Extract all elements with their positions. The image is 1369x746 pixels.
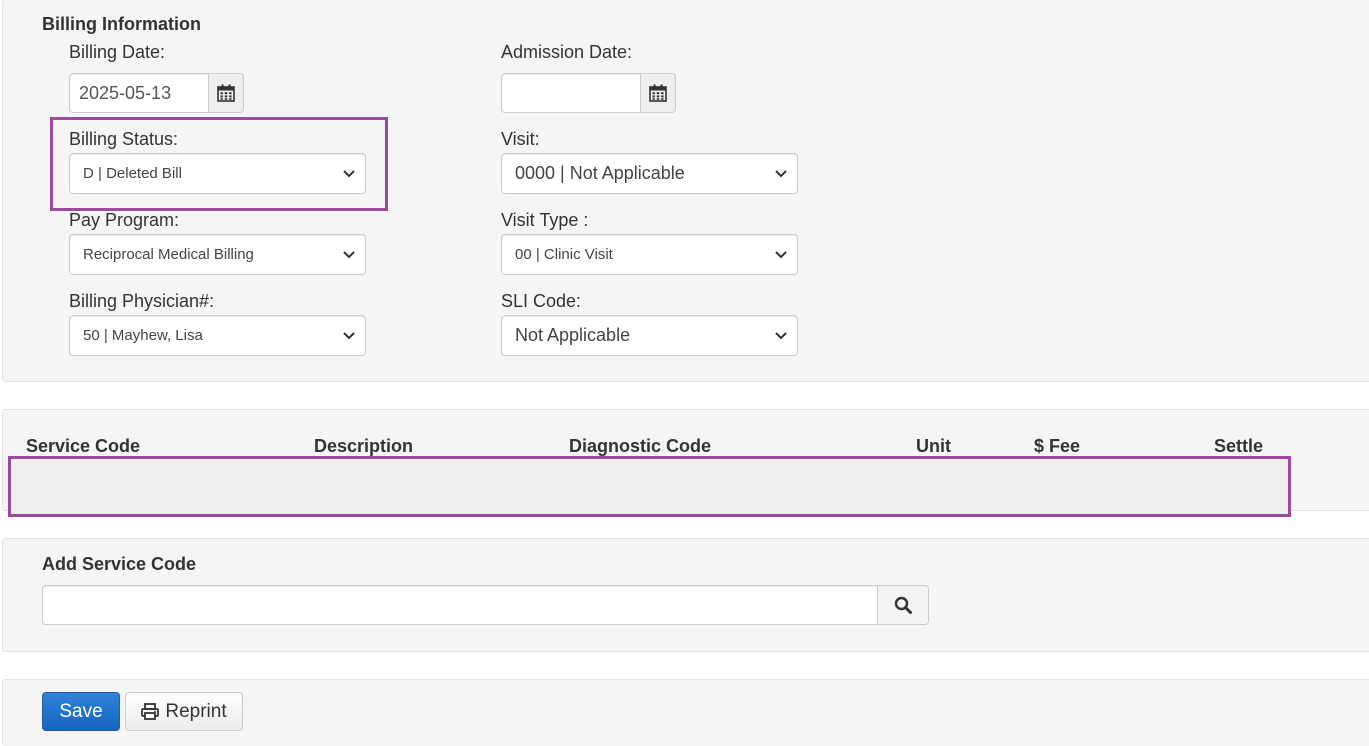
- search-icon: [894, 596, 912, 614]
- billing-physician-select[interactable]: 50 | Mayhew, Lisa: [69, 315, 366, 356]
- service-table-body: [8, 456, 1291, 517]
- save-button[interactable]: Save: [42, 692, 120, 731]
- column-header-description: Description: [314, 436, 414, 456]
- visit-label: Visit:: [501, 129, 540, 149]
- column-header-service-code: Service Code: [26, 436, 141, 456]
- service-code-search-input[interactable]: [42, 585, 878, 625]
- pay-program-select[interactable]: Reciprocal Medical Billing: [69, 234, 366, 275]
- billing-physician-label: Billing Physician#:: [69, 291, 215, 311]
- print-icon: [141, 703, 160, 720]
- admission-date-label: Admission Date:: [501, 42, 633, 62]
- chevron-down-icon: [775, 250, 787, 258]
- billing-status-selected: D | Deleted Bill: [83, 165, 182, 182]
- admission-date-input[interactable]: [501, 73, 641, 113]
- save-button-label: Save: [59, 700, 103, 722]
- column-header-settle: Settle: [1214, 436, 1264, 456]
- add-service-title: Add Service Code: [42, 554, 197, 574]
- pay-program-label: Pay Program:: [69, 210, 180, 230]
- billing-status-select[interactable]: D | Deleted Bill: [69, 153, 366, 194]
- reprint-button-label: Reprint: [165, 700, 227, 722]
- reprint-button[interactable]: Reprint: [125, 692, 243, 731]
- column-header-diagnostic-code: Diagnostic Code: [569, 436, 712, 456]
- sli-code-label: SLI Code:: [501, 291, 582, 311]
- sli-code-selected: Not Applicable: [515, 325, 631, 345]
- pay-program-selected: Reciprocal Medical Billing: [83, 246, 254, 263]
- visit-select[interactable]: 0000 | Not Applicable: [501, 153, 798, 194]
- visit-selected: 0000 | Not Applicable: [515, 163, 685, 183]
- billing-status-label: Billing Status:: [69, 129, 179, 149]
- service-code-search-button[interactable]: [877, 585, 929, 625]
- visit-type-label: Visit Type :: [501, 210, 589, 230]
- billing-information-title: Billing Information: [42, 14, 201, 34]
- billing-physician-selected: 50 | Mayhew, Lisa: [83, 327, 203, 344]
- sli-code-select[interactable]: Not Applicable: [501, 315, 798, 356]
- chevron-down-icon: [343, 331, 355, 339]
- chevron-down-icon: [343, 169, 355, 177]
- billing-date-calendar-button[interactable]: [208, 73, 244, 113]
- chevron-down-icon: [775, 331, 787, 339]
- billing-date-input[interactable]: 2025-05-13: [69, 73, 209, 113]
- admission-date-calendar-button[interactable]: [640, 73, 676, 113]
- chevron-down-icon: [343, 250, 355, 258]
- column-header-unit: Unit: [916, 436, 951, 456]
- visit-type-select[interactable]: 00 | Clinic Visit: [501, 234, 798, 275]
- billing-date-label: Billing Date:: [69, 42, 166, 62]
- calendar-icon: [649, 84, 667, 102]
- column-header-fee: $ Fee: [1034, 436, 1081, 456]
- visit-type-selected: 00 | Clinic Visit: [515, 246, 613, 263]
- chevron-down-icon: [775, 169, 787, 177]
- calendar-icon: [217, 84, 235, 102]
